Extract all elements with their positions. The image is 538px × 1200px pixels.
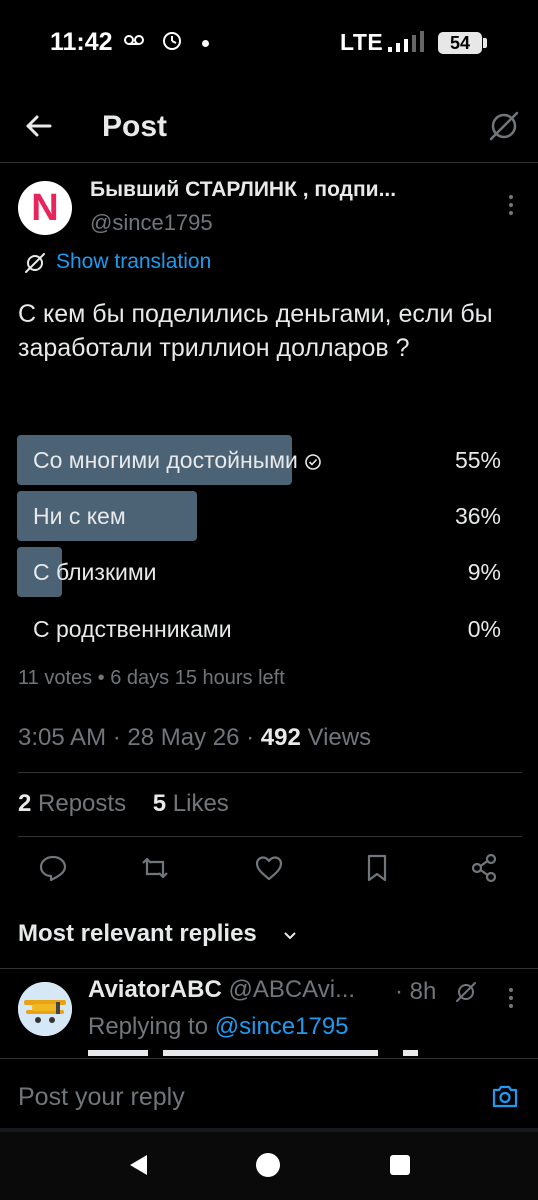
poll-option-label: Ни с кем [33,503,126,529]
views-count: 492 [260,724,301,751]
replying-to-handle[interactable]: @since1795 [215,1013,349,1040]
reply-time: · 8h [395,978,437,1005]
nav-home-icon[interactable] [256,1153,280,1177]
avatar[interactable]: N [18,181,72,235]
status-notification-icons [122,28,192,58]
poll-option-percent: 9% [467,559,501,585]
poll-option-percent: 0% [467,616,501,642]
camera-icon[interactable] [490,1081,520,1111]
poll-option: Со многими достойными 55% [17,435,517,485]
grok-icon[interactable] [455,981,477,1003]
grok-translate-icon [25,253,45,273]
reposts-stat[interactable]: 2 Reposts [18,790,126,817]
more-options-icon[interactable] [496,984,526,1012]
check-circle-icon [305,454,321,470]
poll-option: С родственниками 0% [17,604,517,654]
like-icon[interactable] [253,852,285,884]
divider [18,772,522,773]
reply-author-name: AviatorABC [88,976,222,1003]
reply-icon[interactable] [37,852,69,884]
poll-option-percent: 55% [454,447,501,473]
top-bar [0,100,538,163]
grok-icon[interactable] [486,108,522,144]
page-title: Post [102,110,168,143]
reply-input[interactable]: Post your reply [18,1083,185,1112]
post-timestamp: 3:05 AM · 28 May 26 · 492 Views [18,724,371,752]
divider [0,968,538,969]
reply-author[interactable]: AviatorABC @ABCAvi... [88,976,355,1004]
nav-back-icon[interactable] [127,1153,151,1177]
bookmark-icon[interactable] [361,852,393,884]
poll-meta: 11 votes • 6 days 15 hours left [18,667,285,689]
divider [18,836,522,837]
replies-sort-dropdown[interactable]: Most relevant replies [18,920,257,948]
poll-option-label: С близкими [33,559,157,585]
post-text: С кем бы поделились деньгами, если бы за… [18,300,493,362]
reposts-label: Reposts [31,790,127,817]
reply-avatar[interactable] [18,982,72,1036]
reposts-count: 2 [18,790,32,817]
nav-recents-icon[interactable] [390,1155,410,1175]
poll-option-percent: 36% [454,503,501,529]
signal-icon [388,31,424,52]
engagement-stats: 2 Reposts 5 Likes [18,790,229,818]
likes-label: Likes [166,790,229,817]
network-type: LTE [340,29,384,55]
timestamp-text: 3:05 AM · 28 May 26 · [18,724,261,751]
airplane-icon [18,982,72,1036]
replying-to: Replying to @since1795 [88,1013,349,1041]
poll-option-label: С родственниками [33,616,232,642]
author-handle[interactable]: @since1795 [90,210,213,236]
likes-count: 5 [152,790,167,817]
repost-icon[interactable] [139,852,171,884]
back-arrow-icon[interactable] [22,109,56,143]
more-options-icon[interactable] [496,190,526,220]
share-icon[interactable] [468,852,500,884]
poll-option: С близкими 9% [17,547,517,597]
voicemail-alarm-icon [124,32,181,50]
reply-text-clipped [88,1050,488,1058]
battery-icon [483,38,487,48]
author-name[interactable]: Бывший СТАРЛИНК , подпи... [90,178,475,202]
notification-dot-icon [202,40,209,47]
likes-stat[interactable]: 5 Likes [153,790,229,817]
reply-author-handle: @ABCAvi... [221,976,356,1003]
poll-option: Ни с кем 36% [17,491,517,541]
views-label: Views [300,724,372,751]
battery-level: 54 [438,32,482,54]
replying-to-prefix: Replying to [88,1013,215,1040]
chevron-down-icon[interactable] [280,926,300,946]
show-translation-link[interactable]: Show translation [56,250,211,274]
status-time: 11:42 [50,28,113,56]
poll-option-label: Со многими достойными [33,447,298,473]
